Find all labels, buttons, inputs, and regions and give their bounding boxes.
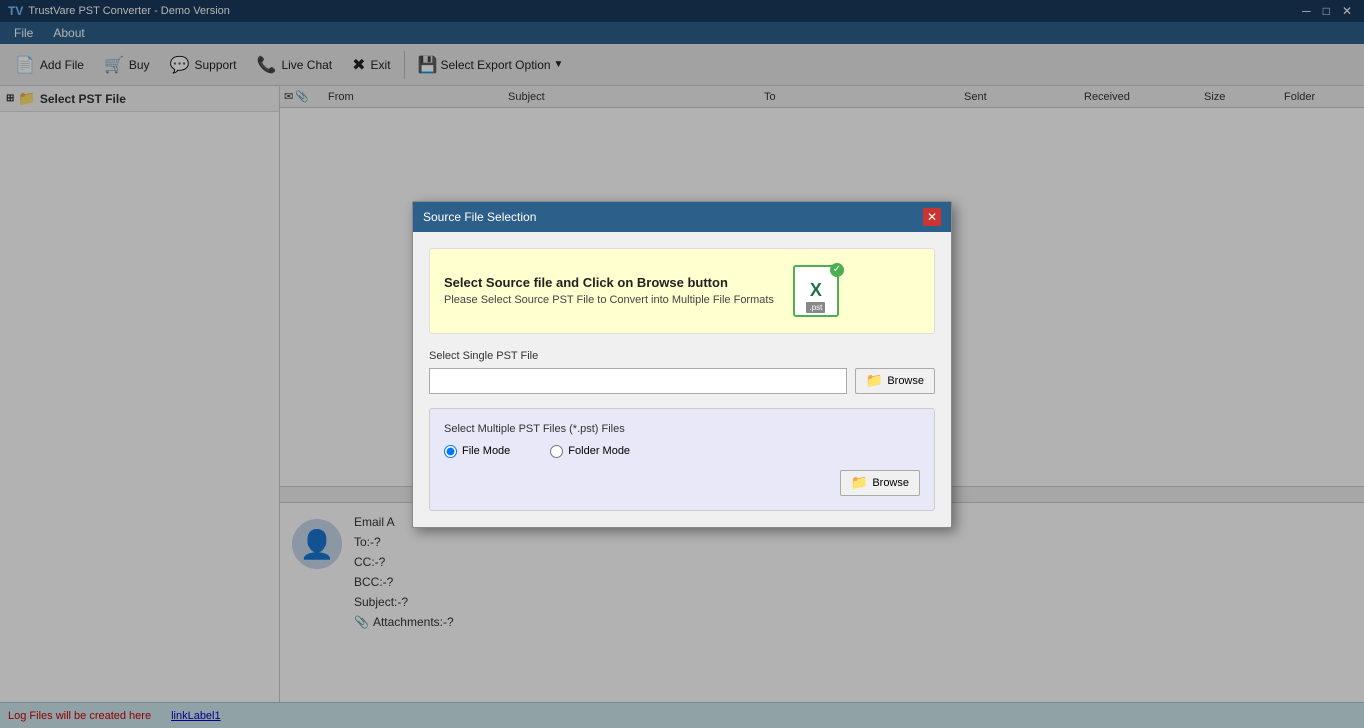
single-pst-input[interactable] bbox=[429, 368, 847, 394]
source-file-dialog: Source File Selection ✕ Select Source fi… bbox=[412, 201, 952, 528]
modal-overlay: Source File Selection ✕ Select Source fi… bbox=[0, 0, 1364, 728]
dialog-titlebar: Source File Selection ✕ bbox=[413, 202, 951, 232]
pst-green-dot: ✓ bbox=[830, 263, 844, 277]
dialog-close-button[interactable]: ✕ bbox=[923, 208, 941, 226]
info-heading: Select Source file and Click on Browse b… bbox=[444, 275, 774, 290]
info-subtext: Please Select Source PST File to Convert… bbox=[444, 294, 774, 306]
multi-pst-label: Select Multiple PST Files (*.pst) Files bbox=[444, 423, 920, 435]
dialog-body: Select Source file and Click on Browse b… bbox=[413, 232, 951, 527]
browse-label2: Browse bbox=[872, 477, 909, 489]
multi-browse-folder-icon: 📁 bbox=[851, 474, 868, 491]
multi-browse-button[interactable]: 📁 Browse bbox=[840, 470, 920, 496]
info-text: Select Source file and Click on Browse b… bbox=[444, 275, 774, 306]
multi-browse-row: 📁 Browse bbox=[444, 470, 920, 496]
multi-pst-section: Select Multiple PST Files (*.pst) Files … bbox=[429, 408, 935, 511]
excel-icon: X bbox=[810, 280, 822, 301]
file-mode-option[interactable]: File Mode bbox=[444, 445, 510, 458]
dialog-title: Source File Selection bbox=[423, 210, 536, 224]
info-box: Select Source file and Click on Browse b… bbox=[429, 248, 935, 334]
single-browse-button[interactable]: 📁 Browse bbox=[855, 368, 935, 394]
single-pst-input-row: 📁 Browse bbox=[429, 368, 935, 394]
file-mode-radio[interactable] bbox=[444, 445, 457, 458]
folder-mode-option[interactable]: Folder Mode bbox=[550, 445, 630, 458]
radio-row: File Mode Folder Mode bbox=[444, 445, 920, 458]
folder-mode-radio[interactable] bbox=[550, 445, 563, 458]
file-mode-label: File Mode bbox=[462, 445, 510, 457]
folder-mode-label: Folder Mode bbox=[568, 445, 630, 457]
single-pst-section: Select Single PST File 📁 Browse bbox=[429, 350, 935, 394]
single-pst-label: Select Single PST File bbox=[429, 350, 935, 362]
browse-label: Browse bbox=[887, 375, 924, 387]
pst-file-icon: X .pst ✓ bbox=[788, 263, 844, 319]
browse-folder-icon: 📁 bbox=[866, 372, 883, 389]
pst-label: .pst bbox=[806, 302, 825, 313]
